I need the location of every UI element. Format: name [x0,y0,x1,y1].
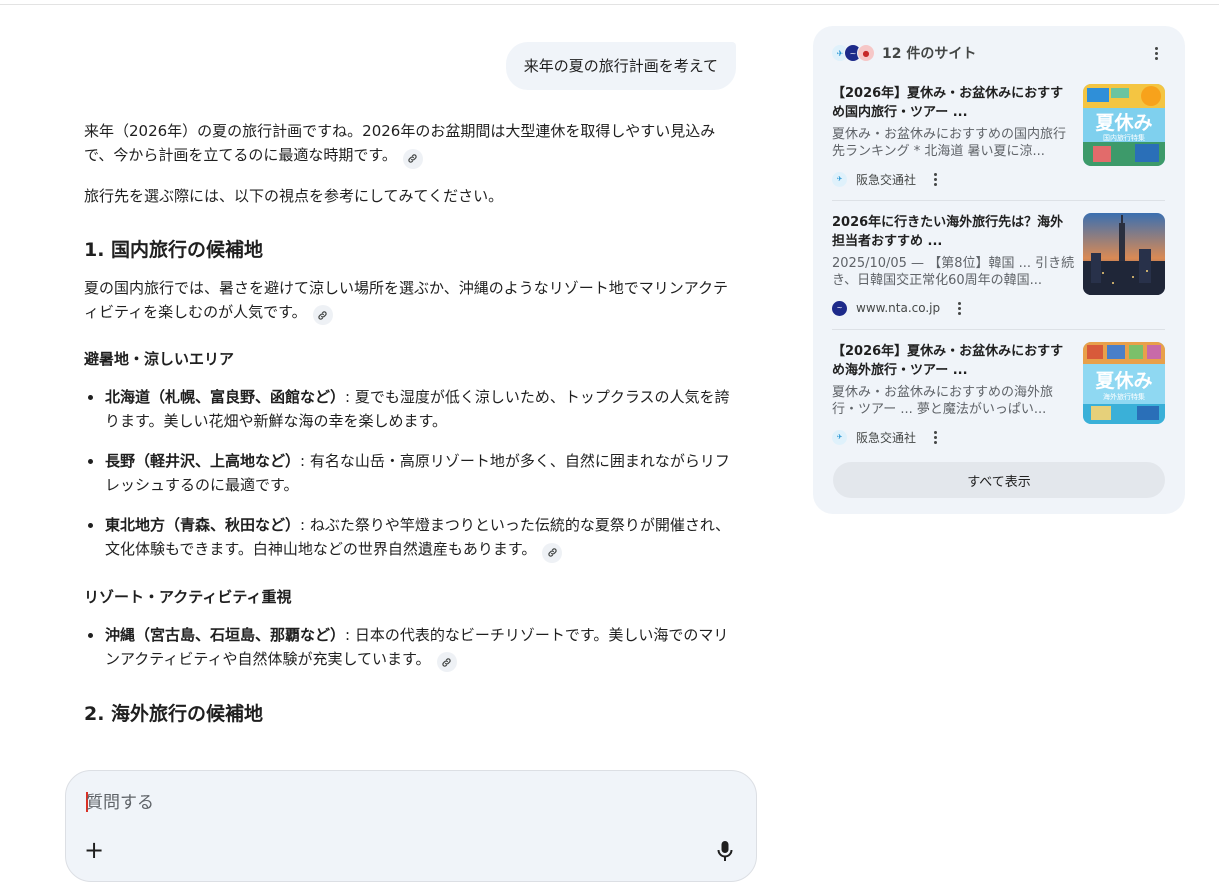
citation-link-icon[interactable] [402,148,423,169]
thumb-title: 夏休み [1095,112,1152,134]
assistant-answer: 来年（2026年）の夏の旅行計画ですね。2026年のお盆期間は大型連休を取得しや… [84,119,738,740]
nta-favicon-icon: ~ [832,300,847,316]
source-card[interactable]: 【2026年】夏休み・お盆休みにおすすめ国内旅行・ツアー ... 夏休み・お盆休… [832,84,1165,202]
sources-count: 12 件のサイト [882,46,977,62]
thumb-subtitle: 海外旅行特集 [1103,392,1145,401]
source-card-site: ✈ 阪急交通社 [832,170,944,188]
section-heading-overseas: 2. 海外旅行の候補地 [84,703,264,725]
source-card-thumbnail: 夏休み 国内旅行特集 [1083,84,1165,166]
list-item: 東北地方（青森、秋田など）: ねぶた祭りや竿燈まつりといった伝統的な夏祭りが開催… [84,513,738,563]
cool-areas-list: 北海道（札幌、富良野、函館など）: 夏でも湿度が低く涼しいため、トップクラスの人… [84,385,738,563]
source-card-snippet: 夏休み・お盆休みにおすすめの国内旅行先ランキング * 北海道 暑い夏に涼... [832,127,1067,159]
source-card[interactable]: 2026年に行きたい海外旅行先は？海外担当者おすすめ ... 2025/10/0… [832,213,1165,331]
sources-panel: ✈ ~ ● 12 件のサイト 【2026年】夏休み・お盆休みにおすすめ国内旅行・… [813,26,1185,514]
resort-list: 沖縄（宮古島、石垣島、那覇など）: 日本の代表的なビーチリゾートです。美しい海で… [84,623,738,672]
card-more-options-icon[interactable] [926,428,944,446]
section-heading-domestic: 1. 国内旅行の候補地 [84,238,264,261]
prompt-input-box: + [65,770,757,882]
section-lead-paragraph: 夏の国内旅行では、暑さを避けて涼しい場所を選ぶか、沖縄のようなリゾート地でマリン… [84,276,738,325]
source-card-snippet: 夏休み・お盆休みにおすすめの海外旅行・ツアー ... 夢と魔法がいっぱい... [832,385,1054,417]
hankyu-favicon-icon: ✈ [832,429,847,445]
citation-link-icon[interactable] [436,652,457,672]
source-card-snippet: 2025/10/05 — 【第8位】韓国 ... 引き続き、日韓国交正常化60周… [832,256,1075,288]
voice-input-button[interactable] [712,837,738,865]
hankyu-favicon-icon: ✈ [832,171,847,187]
thumb-subtitle: 国内旅行特集 [1103,133,1145,142]
list-item: 北海道（札幌、富良野、函館など）: 夏でも湿度が低く涼しいため、トップクラスの人… [84,385,738,433]
source-card[interactable]: 【2026年】夏休み・お盆休みにおすすめ海外旅行・ツアー ... 夏休み・お盆休… [832,342,1165,460]
source-card-thumbnail: 夏休み 海外旅行特集 [1083,342,1165,424]
site-favicon-icon: ● [857,44,875,62]
source-card-site: ~ www.nta.co.jp [832,299,968,317]
source-card-title: 【2026年】夏休み・お盆休みにおすすめ海外旅行・ツアー ... [832,344,1064,378]
list-item: 長野（軽井沢、上高地など）: 有名な山岳・高原リゾート地が多く、自然に囲まれなが… [84,449,738,497]
card-divider [832,200,1165,201]
question-input[interactable] [86,789,686,817]
citation-link-icon[interactable] [312,305,333,325]
source-card-title: 【2026年】夏休み・お盆休みにおすすめ国内旅行・ツアー ... [832,86,1064,120]
card-more-options-icon[interactable] [950,299,968,317]
source-card-thumbnail [1083,213,1165,295]
show-all-sources-button[interactable]: すべて表示 [833,462,1165,498]
add-attachment-button[interactable]: + [80,837,108,865]
user-message-bubble: 来年の夏の旅行計画を考えて [505,42,736,90]
plus-icon: + [83,836,105,864]
source-card-site: ✈ 阪急交通社 [832,428,944,446]
card-divider [832,329,1165,330]
list-item: 沖縄（宮古島、石垣島、那覇など）: 日本の代表的なビーチリゾートです。美しい海で… [84,623,738,672]
card-more-options-icon[interactable] [926,170,944,188]
source-card-title: 2026年に行きたい海外旅行先は？海外担当者おすすめ ... [832,215,1064,249]
sources-more-options-icon[interactable] [1147,44,1165,62]
subsection-heading-cool-areas: 避暑地・涼しいエリア [84,350,235,368]
thumb-title: 夏休み [1095,370,1152,392]
microphone-icon [717,841,733,861]
subsection-heading-resort: リゾート・アクティビティ重視 [84,587,292,606]
sources-header: ✈ ~ ● 12 件のサイト [831,42,976,64]
source-favicons: ✈ ~ ● [831,44,875,62]
answer-paragraph: 旅行先を選ぶ際には、以下の視点を参考にしてみてください。 [84,186,504,205]
answer-intro-paragraph: 来年（2026年）の夏の旅行計画ですね。2026年のお盆期間は大型連休を取得しや… [84,119,738,169]
chat-area: 来年の夏の旅行計画を考えて 来年（2026年）の夏の旅行計画ですね。2026年の… [84,0,738,770]
citation-link-icon[interactable] [542,542,563,563]
